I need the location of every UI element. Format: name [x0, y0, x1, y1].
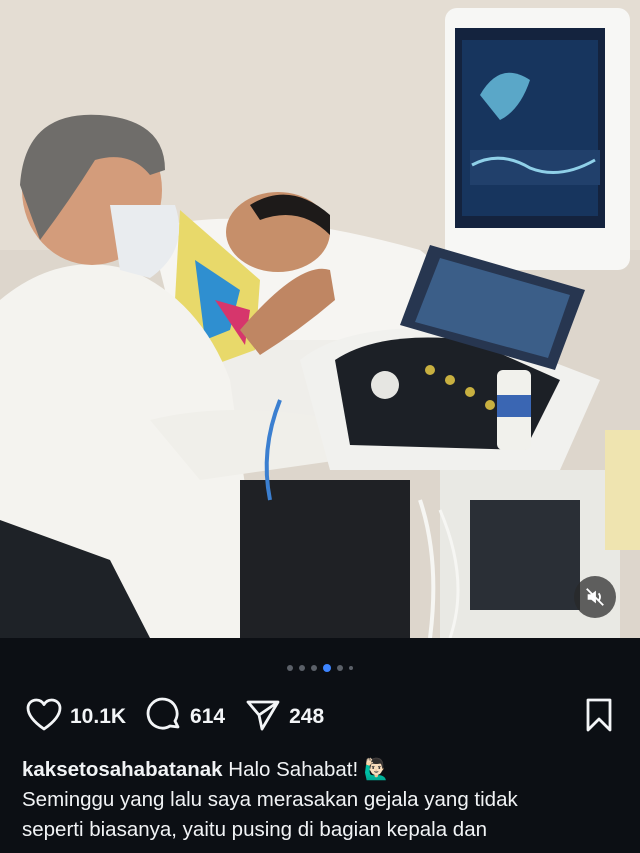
share-count: 248	[289, 705, 325, 728]
carousel-dot	[337, 665, 343, 671]
share-button[interactable]: 248	[245, 698, 324, 737]
comment-count: 614	[190, 705, 226, 728]
comment-icon	[146, 697, 182, 738]
post-photo[interactable]	[0, 0, 640, 638]
mute-button[interactable]	[574, 576, 616, 618]
caption-line: seperti biasanya, yaitu pusing di bagian…	[22, 818, 487, 841]
caption-line: kaksetosahabatanak Halo Sahabat! 🙋🏻‍♂️	[22, 755, 622, 785]
comment-button[interactable]: 614	[146, 697, 225, 738]
carousel-indicator	[0, 664, 640, 672]
paper-plane-icon	[245, 698, 281, 737]
username-link[interactable]: kaksetosahabatanak	[22, 758, 223, 781]
heart-icon	[26, 698, 62, 737]
ultrasound-scene-illustration	[0, 0, 640, 638]
carousel-dot	[311, 665, 317, 671]
action-bar: 10.1K 614 248	[26, 697, 614, 737]
like-button[interactable]: 10.1K	[26, 698, 126, 737]
save-button[interactable]	[584, 697, 614, 738]
carousel-dot	[287, 665, 293, 671]
carousel-dot-active	[323, 664, 331, 672]
caption-line: Seminggu yang lalu saya merasakan gejala…	[22, 788, 518, 811]
like-count: 10.1K	[70, 705, 127, 728]
carousel-dot	[349, 666, 353, 670]
speaker-muted-icon	[584, 586, 606, 608]
caption-greeting: Halo Sahabat!	[228, 758, 359, 781]
carousel-dot	[299, 665, 305, 671]
raising-hand-emoji: 🙋🏻‍♂️	[363, 758, 390, 781]
bookmark-icon	[584, 698, 614, 737]
post-caption: kaksetosahabatanak Halo Sahabat! 🙋🏻‍♂️ S…	[22, 755, 622, 845]
